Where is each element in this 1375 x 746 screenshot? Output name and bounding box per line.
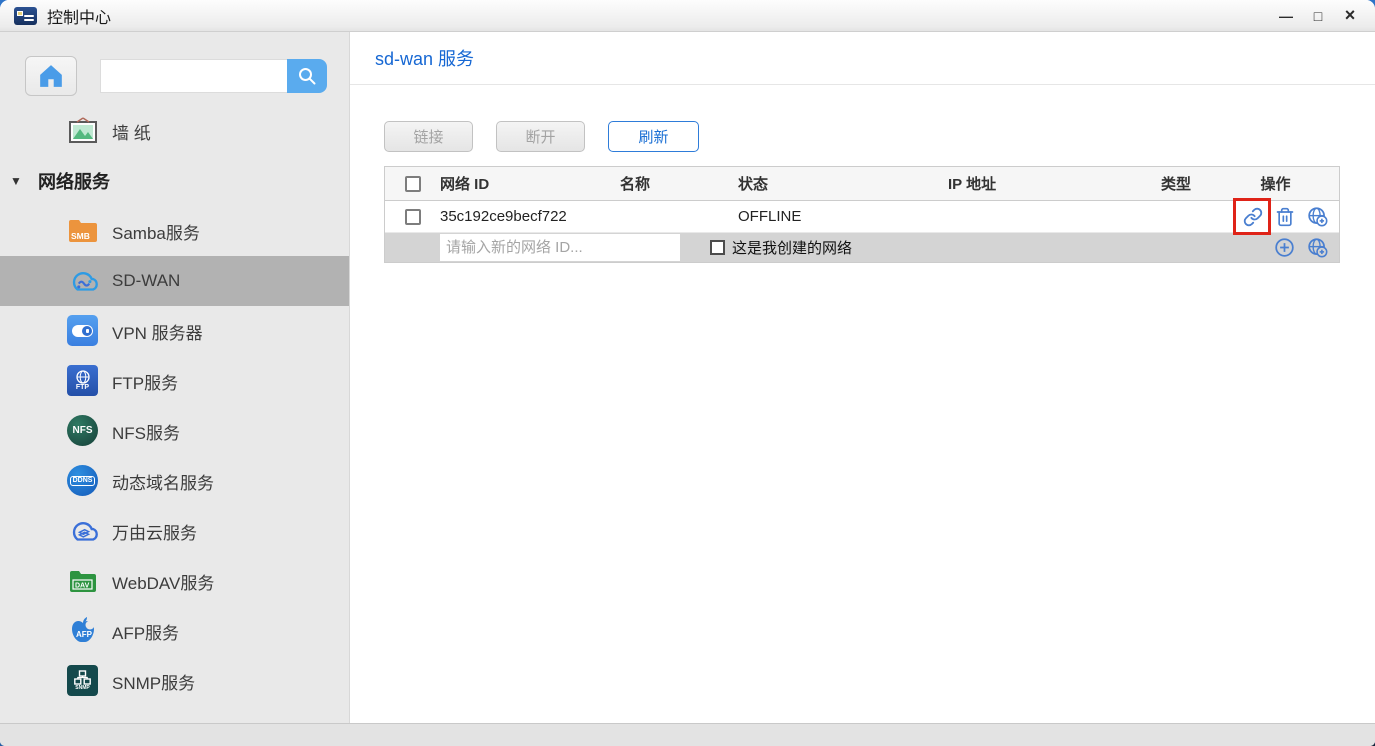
- home-button[interactable]: [25, 56, 77, 96]
- window-title: 控制中心: [47, 4, 111, 28]
- home-icon: [38, 64, 64, 88]
- join-network-globe-icon[interactable]: [1307, 237, 1328, 258]
- sdwan-cloud-icon: [67, 265, 99, 297]
- col-header-name: 名称: [620, 173, 738, 194]
- col-header-network-id: 网络 ID: [440, 173, 620, 194]
- minimize-icon[interactable]: —: [1275, 5, 1297, 27]
- col-header-type: 类型: [1124, 173, 1228, 194]
- ddns-icon: DDNS: [67, 465, 99, 497]
- samba-smb-folder-icon: SMB: [67, 215, 99, 247]
- sidebar-item-label: 动态域名服务: [112, 469, 214, 494]
- afp-apple-icon: AFP: [67, 615, 99, 647]
- created-by-me-label: 这是我创建的网络: [732, 237, 852, 258]
- network-settings-globe-icon[interactable]: [1307, 206, 1328, 227]
- sidebar-item-samba[interactable]: SMB Samba服务: [0, 206, 349, 256]
- sidebar-item-webdav[interactable]: DAV WebDAV服务: [0, 556, 349, 606]
- sidebar-item-label: VPN 服务器: [112, 319, 203, 344]
- row-checkbox[interactable]: [405, 209, 421, 225]
- close-icon[interactable]: ×: [1339, 5, 1361, 27]
- col-header-actions: 操作: [1228, 173, 1339, 194]
- search-input[interactable]: [100, 59, 287, 93]
- cell-status: OFFLINE: [738, 208, 948, 225]
- sidebar: 墙 纸 ▼ 网络服务 SMB Samba服务: [0, 32, 350, 723]
- control-center-app-icon: [14, 7, 37, 25]
- new-network-row: 这是我创建的网络: [385, 233, 1339, 262]
- cloud-service-icon: [67, 515, 99, 547]
- section-label: 网络服务: [38, 168, 110, 194]
- main-panel: sd-wan 服务 链接 断开 刷新 网络 ID 名称 状态 IP 地址 类型 …: [350, 32, 1375, 723]
- sidebar-item-label: AFP服务: [112, 619, 179, 644]
- link-button[interactable]: 链接: [384, 121, 473, 152]
- new-network-id-input[interactable]: [440, 234, 680, 261]
- sidebar-item-label: WebDAV服务: [112, 569, 214, 594]
- networks-table: 网络 ID 名称 状态 IP 地址 类型 操作 35c192ce9becf722…: [384, 166, 1340, 263]
- window-bottom-bar: [0, 723, 1375, 746]
- svg-text:DAV: DAV: [75, 583, 90, 590]
- sidebar-item-ddns[interactable]: DDNS 动态域名服务: [0, 456, 349, 506]
- table-header-row: 网络 ID 名称 状态 IP 地址 类型 操作: [385, 167, 1339, 201]
- search-button[interactable]: [287, 59, 327, 93]
- delete-trash-icon[interactable]: [1275, 207, 1295, 227]
- sidebar-item-wallpaper[interactable]: 墙 纸: [0, 106, 349, 156]
- sidebar-item-uny-cloud[interactable]: 万由云服务: [0, 506, 349, 556]
- cell-network-id: 35c192ce9becf722: [440, 208, 620, 225]
- search-icon: [297, 66, 317, 86]
- sidebar-item-label: SD-WAN: [112, 271, 180, 291]
- sidebar-item-label: SNMP服务: [112, 669, 195, 694]
- col-header-status: 状态: [738, 173, 948, 194]
- created-by-me-checkbox[interactable]: [710, 240, 725, 255]
- webdav-icon: DAV: [67, 565, 99, 597]
- sidebar-item-label: FTP服务: [112, 369, 178, 394]
- sidebar-item-ftp[interactable]: FTP FTP服务: [0, 356, 349, 406]
- ftp-icon: FTP: [67, 365, 99, 397]
- titlebar: 控制中心 — □ ×: [0, 0, 1375, 32]
- maximize-icon[interactable]: □: [1307, 5, 1329, 27]
- add-network-plus-icon[interactable]: [1274, 237, 1295, 258]
- connect-link-icon[interactable]: [1243, 207, 1263, 227]
- col-header-ip: IP 地址: [948, 173, 1124, 194]
- sidebar-item-label: Samba服务: [112, 219, 200, 244]
- svg-text:AFP: AFP: [76, 630, 93, 639]
- nfs-icon: NFS: [67, 415, 99, 447]
- refresh-button[interactable]: 刷新: [608, 121, 699, 152]
- sidebar-item-nfs[interactable]: NFS NFS服务: [0, 406, 349, 456]
- sidebar-item-vpn[interactable]: VPN 服务器: [0, 306, 349, 356]
- sidebar-item-sdwan[interactable]: SD-WAN: [0, 256, 349, 306]
- control-center-window: 控制中心 — □ ×: [0, 0, 1375, 746]
- created-by-me-checkbox-group[interactable]: 这是我创建的网络: [710, 237, 1124, 258]
- wireless-arcs-icon: [67, 715, 99, 723]
- sidebar-item-afp[interactable]: AFP AFP服务: [0, 606, 349, 656]
- sidebar-item-snmp[interactable]: SNMP SNMP服务: [0, 656, 349, 706]
- sidebar-item-label: 墙 纸: [112, 119, 151, 144]
- sidebar-item-label: NFS服务: [112, 419, 180, 444]
- sidebar-item-partial[interactable]: 服务: [0, 706, 349, 723]
- select-all-checkbox[interactable]: [405, 176, 421, 192]
- wallpaper-icon: [67, 115, 99, 147]
- table-row: 35c192ce9becf722 OFFLINE: [385, 201, 1339, 233]
- chevron-down-icon: ▼: [10, 174, 38, 188]
- svg-text:SMB: SMB: [71, 231, 90, 241]
- page-title: sd-wan 服务: [375, 45, 474, 71]
- disconnect-button[interactable]: 断开: [496, 121, 585, 152]
- vpn-icon: [67, 315, 99, 347]
- sidebar-item-label: 万由云服务: [112, 519, 197, 544]
- snmp-icon: SNMP: [67, 665, 99, 697]
- sidebar-section-network-services[interactable]: ▼ 网络服务: [0, 156, 349, 206]
